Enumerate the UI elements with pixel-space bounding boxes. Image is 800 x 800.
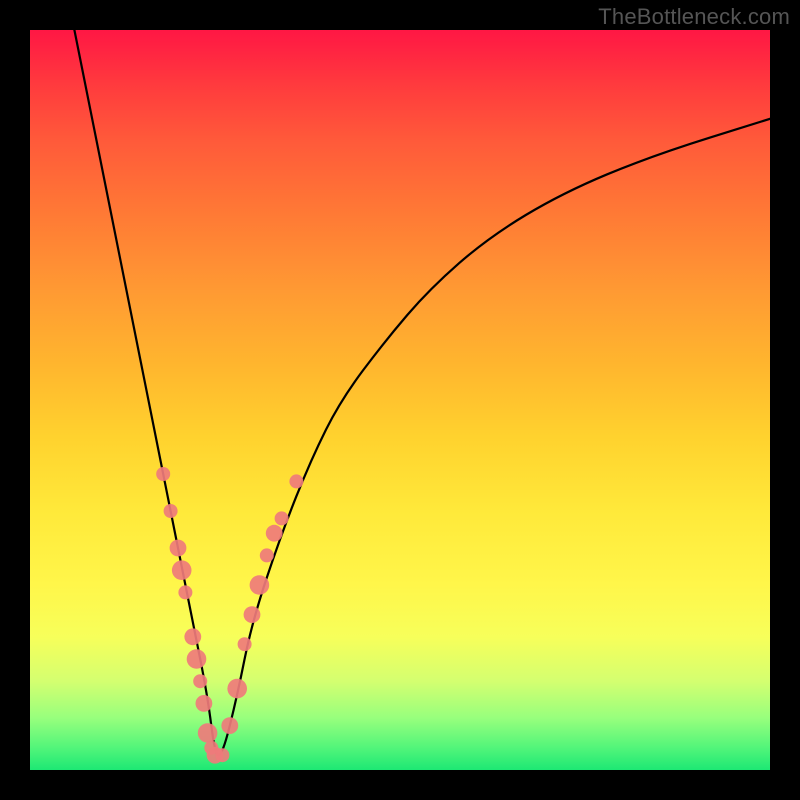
data-point <box>170 540 187 557</box>
chart-frame: TheBottleneck.com <box>0 0 800 800</box>
bottleneck-curve <box>74 30 770 755</box>
data-point <box>164 504 178 518</box>
data-point <box>184 628 201 645</box>
data-point <box>227 679 247 699</box>
data-point <box>275 511 289 525</box>
data-point <box>193 674 207 688</box>
data-point <box>178 585 192 599</box>
data-point <box>221 717 238 734</box>
highlight-points <box>156 467 303 764</box>
data-point <box>215 748 229 762</box>
data-point <box>198 723 218 743</box>
data-point <box>289 474 303 488</box>
data-point <box>156 467 170 481</box>
data-point <box>187 649 207 669</box>
data-point <box>196 695 213 712</box>
data-point <box>172 560 192 580</box>
data-point <box>260 548 274 562</box>
data-point <box>238 637 252 651</box>
data-point <box>266 525 283 542</box>
watermark-text: TheBottleneck.com <box>598 4 790 30</box>
data-point <box>250 575 270 595</box>
chart-plot-area <box>30 30 770 770</box>
data-point <box>244 606 261 623</box>
chart-svg <box>30 30 770 770</box>
